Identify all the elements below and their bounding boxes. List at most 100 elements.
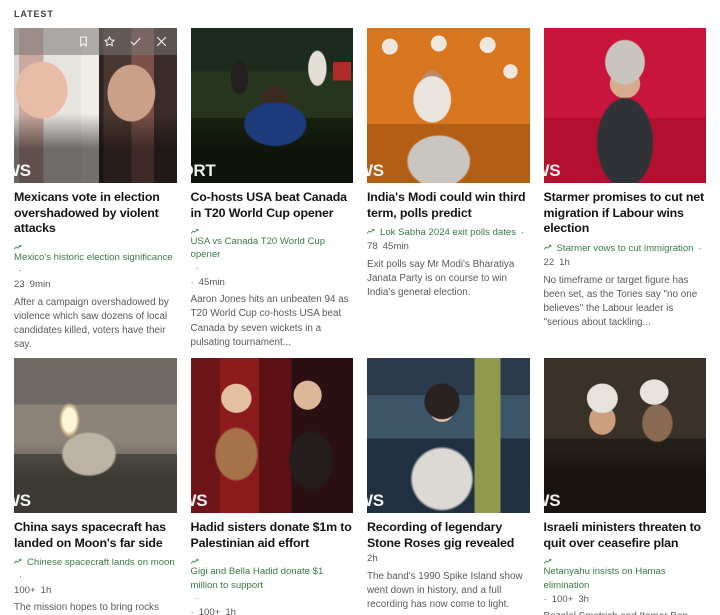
- card-summary: Aaron Jones hits an unbeaten 94 as T20 W…: [190, 294, 349, 348]
- meta-separator-dot: ·: [190, 607, 194, 615]
- news-card[interactable]: WS Hadid sisters donate $1m to Palestinia…: [190, 358, 354, 615]
- trending-label: Chinese spacecraft lands on moon: [27, 557, 175, 569]
- check-icon[interactable]: [129, 35, 142, 48]
- close-icon[interactable]: [155, 35, 168, 48]
- trending-link[interactable]: Gigi and Bella Hadid donate $1 million t…: [190, 556, 354, 605]
- trending-link[interactable]: Starmer vows to cut immigration ·: [543, 242, 707, 255]
- trending-label: USA vs Canada T20 World Cup opener: [190, 236, 326, 261]
- trend-separator-dot: ·: [19, 265, 23, 277]
- comment-count: 100+: [551, 593, 574, 605]
- comment-count: 100+: [14, 584, 36, 596]
- trending-label: Gigi and Bella Hadid donate $1 million t…: [190, 566, 324, 591]
- card-meta: 23 9min: [14, 279, 177, 291]
- card-headline[interactable]: Hadid sisters donate $1m to Palestinian …: [191, 520, 354, 551]
- card-meta: 100+ 1h: [14, 585, 177, 597]
- trending-link[interactable]: Netanyahu insists on Hamas elimination: [543, 556, 707, 591]
- trending-up-icon: [190, 228, 200, 235]
- news-card[interactable]: WS China says spacecraft has landed on Mo…: [14, 358, 177, 615]
- trending-label: Netanyahu insists on Hamas elimination: [543, 566, 666, 591]
- timestamp: 45min: [382, 241, 409, 253]
- card-meta: 78 45min: [367, 241, 530, 253]
- latest-news-feed: LATEST WS Mexicans vote in election overs…: [0, 0, 720, 615]
- thumbnail-image: [190, 28, 353, 183]
- card-summary: Exit polls say Mr Modi's Bharatiya Janat…: [367, 258, 515, 299]
- trending-up-icon: [543, 558, 553, 565]
- news-card[interactable]: WS Starmer promises to cut net migration …: [543, 28, 707, 352]
- trend-separator-dot: ·: [19, 570, 23, 582]
- news-card[interactable]: WS Israeli ministers threaten to quit ove…: [543, 358, 707, 615]
- card-meta: 2h: [367, 553, 530, 565]
- trending-up-icon: [543, 244, 553, 251]
- thumbnail-image: [190, 358, 353, 514]
- trending-link[interactable]: Mexico's historic election significance ·: [14, 242, 177, 277]
- timestamp: 1h: [559, 257, 570, 269]
- trend-separator-dot: ·: [521, 227, 525, 239]
- trending-up-icon: [14, 244, 23, 251]
- trend-separator-dot: ·: [698, 242, 702, 254]
- card-summary: No timeframe or target figure has been s…: [543, 274, 698, 328]
- channel-watermark: WS: [367, 161, 384, 180]
- comment-count: 22: [543, 257, 555, 269]
- card-thumbnail[interactable]: WS: [190, 358, 353, 514]
- thumbnail-image: [14, 358, 177, 514]
- channel-watermark: WS: [191, 491, 208, 511]
- trending-label: Starmer vows to cut immigration: [556, 242, 694, 254]
- card-thumbnail[interactable]: WS: [543, 358, 706, 514]
- comment-count: 23: [14, 279, 25, 291]
- card-thumbnail[interactable]: WS: [14, 28, 177, 183]
- channel-watermark: WS: [544, 491, 561, 511]
- card-summary: Bezalel Smotrich and Itamar Ben-Gvir say…: [544, 610, 707, 615]
- card-headline[interactable]: India's Modi could win third term, polls…: [367, 190, 530, 221]
- card-headline[interactable]: Co-hosts USA beat Canada in T20 World Cu…: [191, 190, 354, 221]
- card-meta: · 45min: [191, 277, 354, 289]
- card-thumbnail[interactable]: WS: [14, 358, 177, 514]
- card-meta: · 100+ 3h: [544, 594, 707, 606]
- timestamp: 9min: [29, 279, 51, 291]
- news-card[interactable]: WS India's Modi could win third term, pol…: [367, 28, 530, 352]
- thumbnail-image: [543, 358, 706, 514]
- trending-link[interactable]: Lok Sabha 2024 exit polls dates ·: [367, 226, 530, 239]
- trending-link[interactable]: USA vs Canada T20 World Cup opener ·: [190, 226, 354, 275]
- card-summary: The mission hopes to bring rocks back to…: [14, 602, 159, 614]
- thumbnail-image: [367, 358, 530, 514]
- thumbnail-image: [367, 28, 530, 183]
- bookmark-icon[interactable]: [77, 35, 90, 48]
- comment-count: 78: [367, 241, 378, 253]
- timestamp: 1h: [225, 607, 236, 615]
- trending-up-icon: [14, 558, 23, 565]
- timestamp: 2h: [367, 553, 378, 565]
- card-thumbnail[interactable]: WS: [367, 358, 530, 514]
- trend-separator-dot: ·: [195, 592, 199, 604]
- card-headline[interactable]: Israeli ministers threaten to quit over …: [544, 520, 707, 551]
- comment-count: 100+: [198, 607, 221, 615]
- card-headline[interactable]: Recording of legendary Stone Roses gig r…: [367, 520, 530, 551]
- channel-watermark: WS: [367, 491, 384, 511]
- card-headline[interactable]: Starmer promises to cut net migration if…: [544, 190, 707, 237]
- card-headline[interactable]: Mexicans vote in election overshadowed b…: [14, 190, 177, 237]
- card-thumbnail[interactable]: ORT: [190, 28, 353, 183]
- card-summary: The band's 1990 Spike Island show went d…: [367, 570, 523, 610]
- thumbnail-image: [543, 28, 706, 183]
- star-icon[interactable]: [103, 35, 116, 48]
- card-headline[interactable]: China says spacecraft has landed on Moon…: [14, 520, 177, 551]
- trending-label: Lok Sabha 2024 exit polls dates: [380, 227, 517, 239]
- trend-separator-dot: ·: [195, 262, 199, 274]
- trending-label: Mexico's historic election significance: [14, 251, 173, 263]
- news-card-grid: WS Mexicans vote in election overshadowed…: [0, 19, 720, 615]
- news-card[interactable]: ORT Co-hosts USA beat Canada in T20 World…: [190, 28, 354, 352]
- section-title: LATEST: [14, 9, 54, 19]
- channel-watermark: WS: [14, 161, 31, 180]
- card-actions-overlay: [14, 28, 177, 55]
- timestamp: 3h: [578, 593, 589, 605]
- card-thumbnail[interactable]: WS: [543, 28, 706, 183]
- channel-watermark: ORT: [191, 161, 216, 180]
- timestamp: 1h: [40, 584, 52, 596]
- news-card[interactable]: WS Mexicans vote in election overshadowed…: [14, 28, 177, 352]
- card-thumbnail[interactable]: WS: [367, 28, 530, 183]
- news-card[interactable]: WS Recording of legendary Stone Roses gig…: [367, 358, 530, 615]
- channel-watermark: WS: [544, 161, 561, 180]
- trending-link[interactable]: Chinese spacecraft lands on moon ·: [14, 556, 177, 582]
- trending-up-icon: [190, 558, 200, 565]
- card-meta: · 100+ 1h: [191, 607, 354, 615]
- card-meta: 22 1h: [544, 257, 707, 269]
